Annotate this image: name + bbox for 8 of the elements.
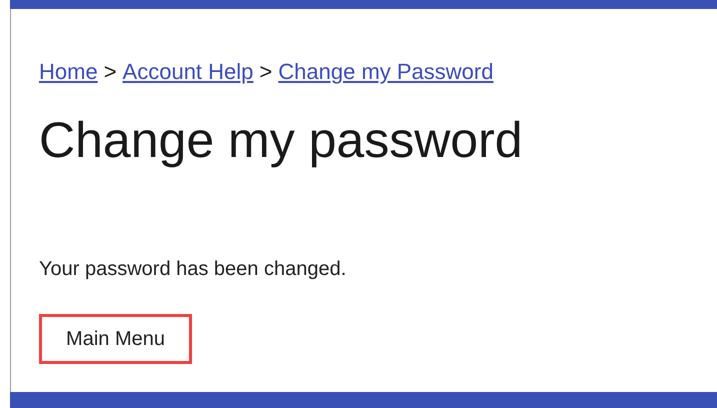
breadcrumb-link[interactable]: Change my Password bbox=[278, 55, 494, 88]
confirmation-message: Your password has been changed. bbox=[39, 257, 348, 282]
breadcrumb-separator: > bbox=[104, 58, 117, 86]
breadcrumb-link[interactable]: Home bbox=[39, 55, 98, 88]
breadcrumb-link[interactable]: Account Help bbox=[122, 55, 254, 88]
breadcrumb-separator: > bbox=[259, 58, 272, 86]
page-heading: Change my password bbox=[39, 111, 524, 170]
main-menu-button[interactable]: Main Menu bbox=[39, 314, 192, 364]
